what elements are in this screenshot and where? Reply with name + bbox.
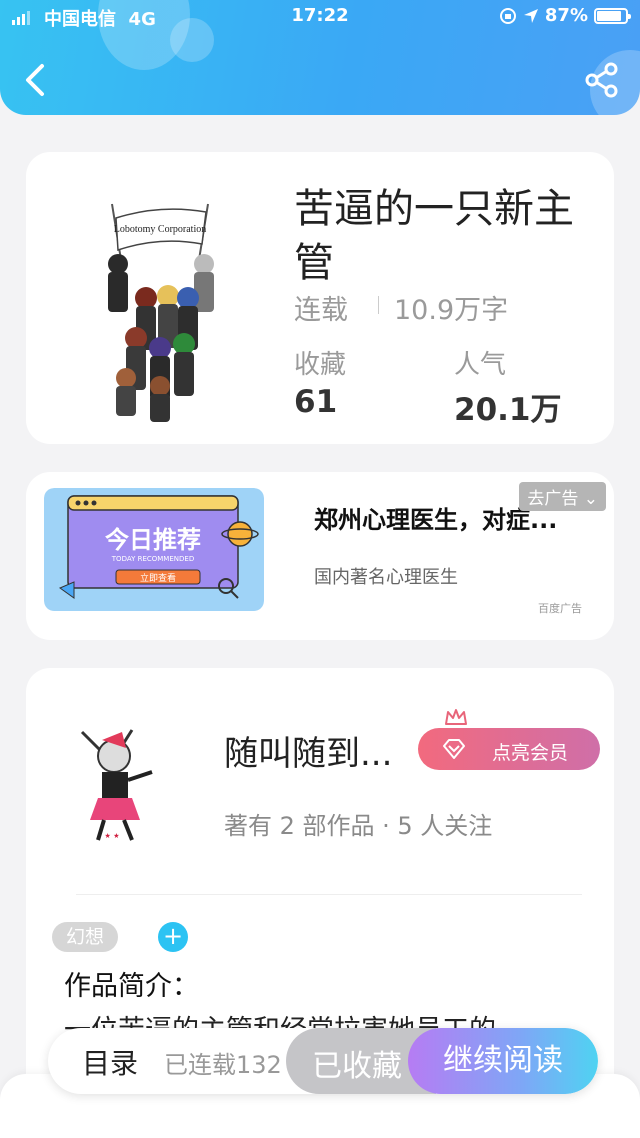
author-meta: 著有 2 部作品 · 5 人关注	[224, 812, 493, 840]
remove-ad-button[interactable]: 去广告 ⌄	[519, 482, 606, 511]
book-info-card: Lobotomy Corporation 苦逼的一只新主管 连载 10.9万字 …	[26, 152, 614, 444]
intro-heading: 作品简介：	[64, 971, 199, 1002]
cover-title: Lobotomy Corporation	[114, 224, 207, 235]
book-title: 苦逼的一只新主管	[294, 186, 574, 286]
toc-button[interactable]: 目录	[82, 1042, 138, 1082]
battery-icon	[594, 7, 631, 24]
battery-percent: 87%	[544, 5, 588, 26]
serial-status: 连载	[294, 295, 348, 326]
back-icon[interactable]	[18, 60, 52, 100]
section-divider	[76, 894, 582, 895]
share-icon[interactable]	[584, 62, 620, 98]
ad-brand: 百度广告	[538, 602, 582, 615]
continue-reading-button[interactable]: 继续阅读	[408, 1028, 598, 1094]
action-pill: 目录 已连载132 已收藏 继续阅读	[48, 1028, 598, 1094]
author-avatar[interactable]: ★ ★	[62, 722, 162, 844]
ad-image[interactable]: 今日推荐 TODAY RECOMMENDED 立即查看	[44, 488, 264, 611]
diamond-icon	[443, 739, 465, 759]
location-icon	[523, 8, 538, 23]
svg-text:★ ★: ★ ★	[105, 832, 120, 840]
crown-icon	[445, 709, 467, 725]
ad-image-button: 立即查看	[140, 572, 176, 584]
add-tag-button[interactable]: +	[158, 922, 188, 952]
genre-tag[interactable]: 幻想	[52, 922, 119, 952]
popularity-label: 人气	[454, 350, 507, 380]
ad-card[interactable]: 今日推荐 TODAY RECOMMENDED 立即查看 郑州心理医生，对症...…	[26, 472, 614, 640]
author-name[interactable]: 随叫随到...	[224, 726, 392, 775]
status-right: 87%	[499, 5, 631, 26]
ad-image-title: 今日推荐	[105, 526, 201, 554]
chapter-progress: 已连载132	[164, 1051, 282, 1079]
member-button[interactable]: 点亮会员	[418, 728, 600, 770]
orientation-lock-icon	[499, 7, 516, 24]
favorites-count: 61	[294, 384, 338, 420]
popularity-count: 20.1万	[454, 392, 562, 428]
ad-subtitle: 国内著名心理医生	[314, 567, 458, 588]
member-button-label: 点亮会员	[492, 742, 569, 764]
book-cover[interactable]: Lobotomy Corporation	[96, 198, 226, 424]
chevron-down-icon: ⌄	[583, 489, 598, 509]
divider	[378, 296, 379, 314]
ad-image-subtitle: TODAY RECOMMENDED	[111, 555, 194, 563]
favorites-label: 收藏	[294, 350, 347, 380]
top-header: 中国电信 4G 17:22 87%	[0, 0, 640, 115]
status-bar: 中国电信 4G 17:22 87%	[0, 4, 640, 32]
word-count: 10.9万字	[394, 295, 509, 326]
